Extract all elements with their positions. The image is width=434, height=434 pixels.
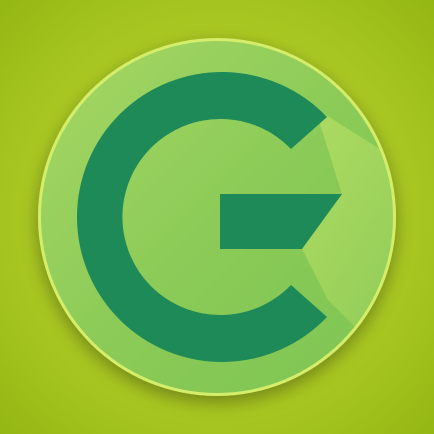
app-icon-graphic xyxy=(0,0,434,434)
app-icon xyxy=(0,0,434,434)
